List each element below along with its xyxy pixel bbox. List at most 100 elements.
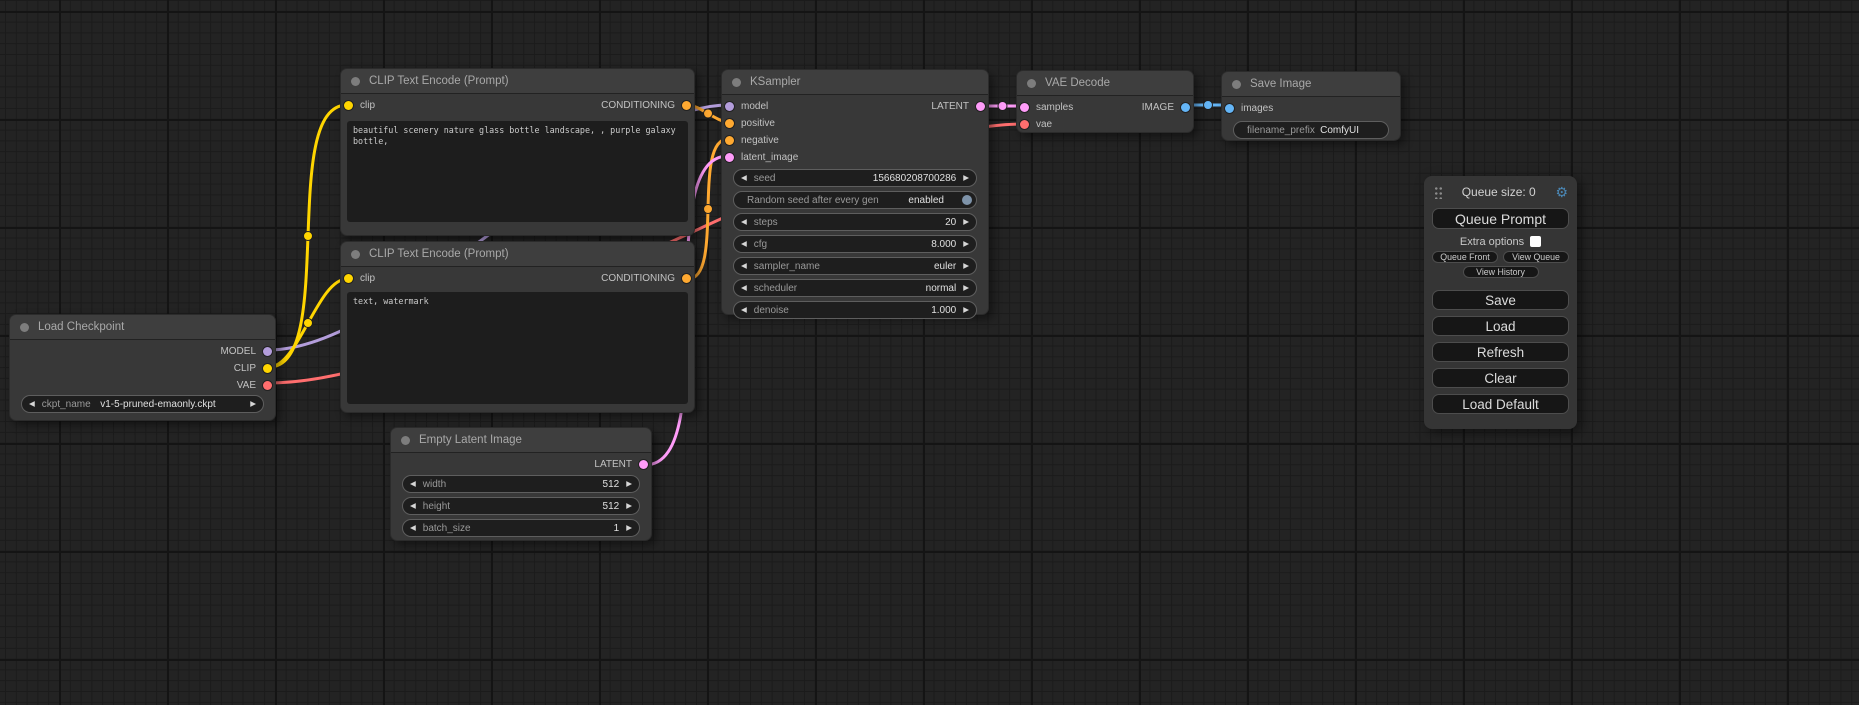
decrement-arrow-icon[interactable] <box>734 170 754 186</box>
node-clip-text-encode-negative[interactable]: CLIP Text Encode (Prompt) clip CONDITION… <box>340 241 695 413</box>
collapse-dot-icon[interactable] <box>20 323 29 332</box>
widget-batch-size[interactable]: batch_size 1 <box>402 519 640 537</box>
widget-height[interactable]: height 512 <box>402 497 640 515</box>
clip-port-icon[interactable] <box>263 364 272 373</box>
node-titlebar[interactable]: Empty Latent Image <box>391 428 651 453</box>
collapse-dot-icon[interactable] <box>401 436 410 445</box>
increment-arrow-icon[interactable] <box>956 258 976 274</box>
link-midpoint-dot[interactable] <box>704 205 713 214</box>
widget-sampler-name[interactable]: sampler_name euler <box>733 257 977 275</box>
link-midpoint-dot[interactable] <box>304 319 313 328</box>
conditioning-port-icon[interactable] <box>725 119 734 128</box>
decrement-arrow-icon[interactable] <box>734 214 754 230</box>
latent-port-icon[interactable] <box>1020 103 1029 112</box>
conditioning-port-icon[interactable] <box>682 101 691 110</box>
node-titlebar[interactable]: CLIP Text Encode (Prompt) <box>341 242 694 267</box>
port-clip-output[interactable]: CLIP <box>234 360 272 377</box>
node-titlebar[interactable]: VAE Decode <box>1017 71 1193 96</box>
increment-arrow-icon[interactable] <box>956 280 976 296</box>
widget-scheduler[interactable]: scheduler normal <box>733 279 977 297</box>
collapse-dot-icon[interactable] <box>732 78 741 87</box>
node-titlebar[interactable]: Load Checkpoint <box>10 315 275 340</box>
decrement-arrow-icon[interactable] <box>22 396 42 412</box>
port-conditioning-output[interactable]: CONDITIONING <box>601 97 691 114</box>
decrement-arrow-icon[interactable] <box>734 302 754 318</box>
port-negative-input[interactable]: negative <box>725 132 779 149</box>
image-port-icon[interactable] <box>1225 104 1234 113</box>
node-clip-text-encode-positive[interactable]: CLIP Text Encode (Prompt) clip CONDITION… <box>340 68 695 236</box>
node-vae-decode[interactable]: VAE Decode samples IMAGE vae <box>1016 70 1194 133</box>
decrement-arrow-icon[interactable] <box>403 498 423 514</box>
latent-port-icon[interactable] <box>639 460 648 469</box>
link-midpoint-dot[interactable] <box>1204 101 1213 110</box>
load-default-button[interactable]: Load Default <box>1432 394 1569 414</box>
model-port-icon[interactable] <box>263 347 272 356</box>
collapse-dot-icon[interactable] <box>1232 80 1241 89</box>
widget-filename-prefix[interactable]: filename_prefix ComfyUI <box>1233 121 1389 139</box>
port-images-input[interactable]: images <box>1225 100 1273 117</box>
settings-gear-icon[interactable]: ⚙ <box>1555 185 1568 199</box>
extra-options-checkbox[interactable] <box>1530 236 1541 247</box>
view-queue-button[interactable]: View Queue <box>1503 251 1569 263</box>
port-vae-output[interactable]: VAE <box>237 377 272 394</box>
port-clip-input[interactable]: clip <box>344 97 375 114</box>
node-titlebar[interactable]: Save Image <box>1222 72 1400 97</box>
increment-arrow-icon[interactable] <box>956 302 976 318</box>
model-port-icon[interactable] <box>725 102 734 111</box>
port-image-output[interactable]: IMAGE <box>1142 99 1190 116</box>
prompt-textarea[interactable]: beautiful scenery nature glass bottle la… <box>347 121 688 222</box>
image-port-icon[interactable] <box>1181 103 1190 112</box>
clip-port-icon[interactable] <box>344 101 353 110</box>
prompt-textarea[interactable]: text, watermark <box>347 292 688 404</box>
increment-arrow-icon[interactable] <box>956 170 976 186</box>
collapse-dot-icon[interactable] <box>351 77 360 86</box>
increment-arrow-icon[interactable] <box>956 214 976 230</box>
queue-prompt-button[interactable]: Queue Prompt <box>1432 208 1569 229</box>
view-history-button[interactable]: View History <box>1463 266 1539 278</box>
decrement-arrow-icon[interactable] <box>403 476 423 492</box>
link-midpoint-dot[interactable] <box>998 102 1007 111</box>
drag-handle-icon[interactable] <box>1434 185 1442 199</box>
collapse-dot-icon[interactable] <box>1027 79 1036 88</box>
node-titlebar[interactable]: CLIP Text Encode (Prompt) <box>341 69 694 94</box>
decrement-arrow-icon[interactable] <box>734 280 754 296</box>
increment-arrow-icon[interactable] <box>619 498 639 514</box>
conditioning-port-icon[interactable] <box>725 136 734 145</box>
widget-seed[interactable]: seed 156680208700286 <box>733 169 977 187</box>
clip-port-icon[interactable] <box>344 274 353 283</box>
toggle-icon[interactable] <box>962 195 972 205</box>
port-latent-output[interactable]: LATENT <box>931 98 985 115</box>
widget-random-seed[interactable]: Random seed after every gen enabled <box>733 191 977 209</box>
increment-arrow-icon[interactable] <box>956 236 976 252</box>
node-load-checkpoint[interactable]: Load Checkpoint MODEL CLIP VAE ckpt_name… <box>9 314 276 421</box>
port-samples-input[interactable]: samples <box>1020 99 1073 116</box>
node-ksampler[interactable]: KSampler model LATENT positive negative … <box>721 69 989 315</box>
port-positive-input[interactable]: positive <box>725 115 775 132</box>
port-clip-input[interactable]: clip <box>344 270 375 287</box>
conditioning-port-icon[interactable] <box>682 274 691 283</box>
widget-denoise[interactable]: denoise 1.000 <box>733 301 977 319</box>
link-midpoint-dot[interactable] <box>304 232 313 241</box>
load-button[interactable]: Load <box>1432 316 1569 336</box>
widget-ckpt-name[interactable]: ckpt_name v1-5-pruned-emaonly.ckpt <box>21 395 264 413</box>
increment-arrow-icon[interactable] <box>619 520 639 536</box>
increment-arrow-icon[interactable] <box>243 396 263 412</box>
latent-port-icon[interactable] <box>725 153 734 162</box>
node-save-image[interactable]: Save Image images filename_prefix ComfyU… <box>1221 71 1401 141</box>
queue-front-button[interactable]: Queue Front <box>1432 251 1498 263</box>
decrement-arrow-icon[interactable] <box>734 258 754 274</box>
node-empty-latent-image[interactable]: Empty Latent Image LATENT width 512 heig… <box>390 427 652 541</box>
port-conditioning-output[interactable]: CONDITIONING <box>601 270 691 287</box>
node-titlebar[interactable]: KSampler <box>722 70 988 95</box>
refresh-button[interactable]: Refresh <box>1432 342 1569 362</box>
port-model-input[interactable]: model <box>725 98 768 115</box>
vae-port-icon[interactable] <box>1020 120 1029 129</box>
decrement-arrow-icon[interactable] <box>734 236 754 252</box>
vae-port-icon[interactable] <box>263 381 272 390</box>
collapse-dot-icon[interactable] <box>351 250 360 259</box>
port-vae-input[interactable]: vae <box>1020 116 1052 133</box>
port-latent-output[interactable]: LATENT <box>594 456 648 473</box>
port-model-output[interactable]: MODEL <box>220 343 272 360</box>
increment-arrow-icon[interactable] <box>619 476 639 492</box>
widget-cfg[interactable]: cfg 8.000 <box>733 235 977 253</box>
